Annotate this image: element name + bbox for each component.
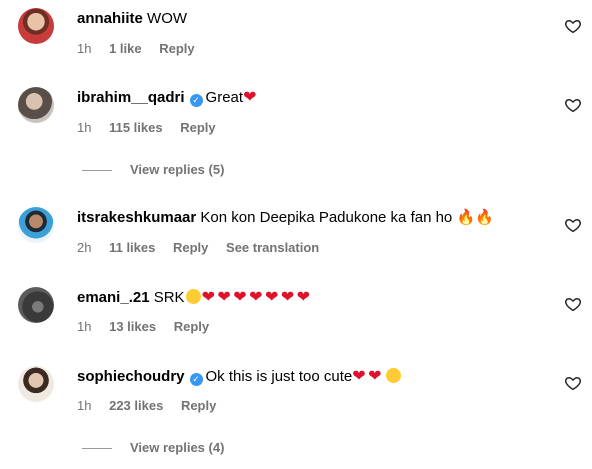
avatar[interactable]: [18, 8, 54, 44]
heart-outline-icon[interactable]: [564, 295, 582, 313]
comment-text: Kon kon Deepika Padukone ka fan ho: [200, 209, 457, 226]
reply-button[interactable]: Reply: [159, 41, 194, 56]
avatar[interactable]: [18, 207, 54, 243]
verified-badge-icon: ✓: [189, 94, 203, 107]
comment-likes[interactable]: 13 likes: [109, 319, 156, 334]
reply-button[interactable]: Reply: [174, 319, 209, 334]
comment-likes[interactable]: 223 likes: [109, 398, 163, 413]
heart-outline-icon[interactable]: [564, 17, 582, 35]
avatar[interactable]: [18, 287, 54, 323]
comment-time[interactable]: 2h: [77, 240, 91, 255]
comment-username[interactable]: ibrahim__qadri: [77, 89, 185, 106]
comment-likes[interactable]: 1 like: [109, 41, 142, 56]
reply-button[interactable]: Reply: [180, 120, 215, 135]
crying-face-emoji: [185, 289, 201, 304]
comment-likes[interactable]: 115 likes: [109, 120, 163, 135]
heart-outline-icon[interactable]: [564, 374, 582, 392]
reply-button[interactable]: Reply: [173, 240, 208, 255]
comment-text: WOW: [147, 10, 188, 27]
avatar[interactable]: [18, 366, 54, 402]
comment-username[interactable]: annahiite: [77, 10, 143, 27]
view-replies-label[interactable]: View replies (4): [130, 440, 224, 455]
comment-time[interactable]: 1h: [77, 319, 91, 334]
heart-eyes-emoji: [385, 368, 401, 383]
view-replies-button[interactable]: View replies (5): [82, 162, 224, 177]
view-replies-label[interactable]: View replies (5): [130, 162, 224, 177]
heart-emoji: ❤: [243, 89, 256, 106]
comment-text: Ok this is just too cute: [205, 368, 353, 385]
fire-emoji: 🔥🔥: [456, 209, 494, 226]
avatar[interactable]: [18, 87, 54, 123]
divider: [82, 448, 112, 450]
comment-time[interactable]: 1h: [77, 120, 91, 135]
divider: [82, 170, 112, 172]
view-replies-button[interactable]: View replies (4): [82, 440, 224, 455]
see-translation-button[interactable]: See translation: [226, 240, 319, 255]
reply-button[interactable]: Reply: [181, 398, 216, 413]
comment-username[interactable]: emani_.21: [77, 289, 150, 306]
comment-time[interactable]: 1h: [77, 41, 91, 56]
heart-outline-icon[interactable]: [564, 216, 582, 234]
heart-outline-icon[interactable]: [564, 96, 582, 114]
comment-text: Great: [205, 89, 244, 106]
heart-emoji: ❤ ❤ ❤ ❤ ❤ ❤ ❤: [201, 289, 311, 306]
comment-text: SRK: [153, 289, 185, 306]
comment-time[interactable]: 1h: [77, 398, 91, 413]
comment-username[interactable]: sophiechoudry: [77, 368, 185, 385]
comment-username[interactable]: itsrakeshkumaar: [77, 209, 196, 226]
comment-likes[interactable]: 11 likes: [109, 240, 155, 255]
verified-badge-icon: ✓: [189, 373, 203, 386]
heart-emoji: ❤ ❤: [352, 368, 381, 385]
